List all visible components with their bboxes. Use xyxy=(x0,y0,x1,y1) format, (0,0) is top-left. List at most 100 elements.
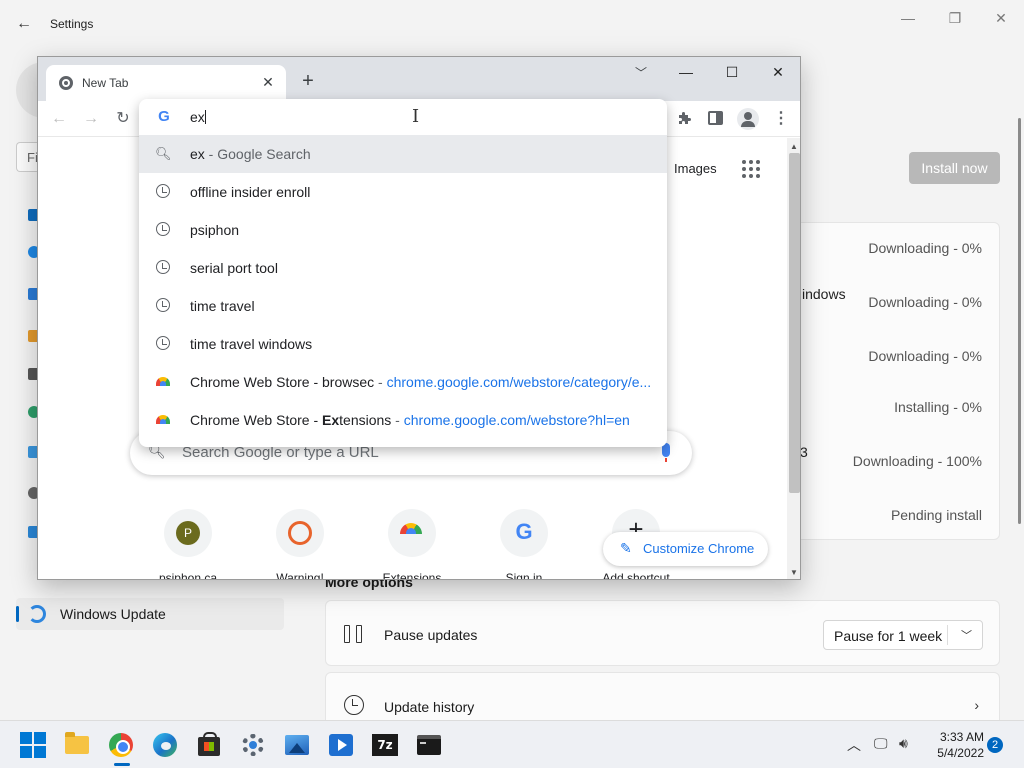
file-explorer-icon[interactable] xyxy=(63,731,91,759)
system-clock[interactable]: 3:33 AM 5/4/2022 xyxy=(930,729,984,761)
extensions-icon[interactable] xyxy=(677,110,693,126)
7zip-logo-icon: 7z xyxy=(372,734,398,756)
suggestion-item[interactable]: time travel windows xyxy=(139,325,667,363)
suggestion-item[interactable]: psiphon xyxy=(139,211,667,249)
tab-new-tab[interactable]: New Tab ✕ xyxy=(46,65,286,101)
chrome-logo-icon xyxy=(109,733,133,757)
side-panel-icon[interactable] xyxy=(708,111,723,125)
minimize-icon[interactable]: — xyxy=(674,62,698,82)
suggestion-item[interactable]: offline insider enroll xyxy=(139,173,667,211)
maximize-icon[interactable]: ☐ xyxy=(720,62,744,82)
pause-duration-select[interactable]: Pause for 1 week ﹀ xyxy=(823,620,983,650)
tab-search-chevron-icon[interactable]: ﹀ xyxy=(632,64,650,82)
restore-icon[interactable]: ❐ xyxy=(940,8,970,28)
update-name-fragment: 3 xyxy=(800,444,808,460)
google-apps-icon[interactable] xyxy=(742,160,760,178)
shortcut-tile xyxy=(276,509,324,557)
chrome-taskbar-icon[interactable] xyxy=(107,731,135,759)
settings-gear-icon[interactable] xyxy=(239,731,267,759)
microsoft-store-icon[interactable] xyxy=(195,731,223,759)
customize-chrome-button[interactable]: ✎ Customize Chrome xyxy=(603,532,768,566)
back-arrow-icon[interactable]: ← xyxy=(14,14,34,34)
shortcut-psiphon[interactable]: P psiphon.ca xyxy=(132,509,244,579)
suggestion-item[interactable]: Chrome Web Store - browsec - chrome.goog… xyxy=(139,363,667,401)
scroll-up-icon[interactable]: ▲ xyxy=(790,142,798,151)
tab-close-icon[interactable]: ✕ xyxy=(260,74,276,90)
close-icon[interactable]: ✕ xyxy=(766,62,790,82)
clock-time: 3:33 AM xyxy=(939,730,984,744)
windows-update-icon xyxy=(28,605,46,623)
suggestion-text: Chrome Web Store - browsec - chrome.goog… xyxy=(190,374,651,390)
terminal-icon[interactable] xyxy=(415,731,443,759)
history-icon xyxy=(156,222,170,236)
network-status-icon[interactable]: 🖵︎ xyxy=(874,735,888,752)
shortcut-label: Sign in xyxy=(505,571,543,580)
suggestion-item[interactable]: serial port tool xyxy=(139,249,667,287)
shortcut-sign-in[interactable]: G Sign in xyxy=(468,509,580,580)
omnibox-dropdown: G ex I 🔍︎ ex - Google Search offline ins… xyxy=(139,99,667,447)
images-link[interactable]: Images xyxy=(674,161,717,176)
history-icon xyxy=(156,298,170,312)
pause-duration-value: Pause for 1 week xyxy=(834,628,943,644)
scrollbar-thumb[interactable] xyxy=(789,153,800,493)
settings-scrollbar[interactable] xyxy=(1018,118,1021,524)
suggestion-text: ex - Google Search xyxy=(190,146,311,162)
history-icon xyxy=(344,695,364,715)
google-icon: G xyxy=(515,519,533,544)
sidebar-item-windows-update[interactable]: Windows Update xyxy=(16,598,284,630)
shortcut-tile: P xyxy=(164,509,212,557)
shortcut-warning[interactable]: Warning! xyxy=(244,509,356,579)
gear-icon xyxy=(242,734,264,756)
omnibox-text[interactable]: ex xyxy=(190,109,206,125)
scroll-down-icon[interactable]: ▼ xyxy=(790,568,798,577)
omnibox-value: ex xyxy=(190,109,205,125)
shortcut-label: Add shortcut xyxy=(602,571,670,580)
pause-icon xyxy=(344,625,364,643)
folder-icon xyxy=(65,732,89,754)
edge-logo-icon xyxy=(153,733,177,757)
forward-icon[interactable]: → xyxy=(80,108,102,130)
reload-icon[interactable]: ↻ xyxy=(112,108,134,130)
page-scrollbar[interactable]: ▲ ▼ xyxy=(787,138,800,579)
back-icon[interactable]: ← xyxy=(48,108,70,130)
suggestion-title-prefix: Chrome Web Store - xyxy=(190,412,323,428)
ibeam-cursor-icon: I xyxy=(412,106,420,127)
pause-updates-card: Pause updates Pause for 1 week ﹀ xyxy=(325,600,1000,666)
text-caret xyxy=(204,110,206,124)
volume-icon[interactable]: 🔊︎ xyxy=(899,735,908,752)
update-status: Installing - 0% xyxy=(894,399,982,415)
install-now-button[interactable]: Install now xyxy=(909,152,1000,184)
suggestion-suffix: - Google Search xyxy=(204,146,311,162)
photos-icon[interactable] xyxy=(283,731,311,759)
update-status: Downloading - 0% xyxy=(868,348,982,364)
notification-badge[interactable]: 2 xyxy=(987,737,1003,753)
start-button-icon[interactable] xyxy=(19,731,47,759)
close-icon[interactable]: ✕ xyxy=(986,8,1016,28)
update-status: Pending install xyxy=(890,507,982,523)
shortcut-tile: G xyxy=(500,509,548,557)
tab-strip: New Tab ✕ + ﹀ — ☐ ✕ xyxy=(38,57,800,101)
history-icon xyxy=(156,184,170,198)
media-player-icon[interactable] xyxy=(327,731,355,759)
suggestion-item[interactable]: 🔍︎ ex - Google Search xyxy=(139,135,667,173)
new-tab-button[interactable]: + xyxy=(298,71,318,91)
minimize-icon[interactable]: — xyxy=(893,8,923,28)
suggestion-url: chrome.google.com/webstore?hl=en xyxy=(403,412,630,428)
more-menu-icon[interactable]: ⋮ xyxy=(773,108,789,130)
7zip-icon[interactable]: 7z xyxy=(371,731,399,759)
suggestion-item[interactable]: Chrome Web Store - Extensions - chrome.g… xyxy=(139,401,667,439)
suggestion-url: chrome.google.com/webstore/category/e... xyxy=(386,374,652,390)
omnibox-input[interactable]: G ex I xyxy=(139,99,667,135)
suggestion-item[interactable]: time travel xyxy=(139,287,667,325)
edge-icon[interactable] xyxy=(151,731,179,759)
update-status: Downloading - 0% xyxy=(868,240,982,256)
show-hidden-icons-chevron-icon[interactable]: ︿ xyxy=(847,735,861,755)
settings-title: Settings xyxy=(50,17,94,31)
suggestion-separator: - xyxy=(374,374,387,390)
shortcut-extensions[interactable]: Extensions xyxy=(356,509,468,579)
chrome-web-store-icon xyxy=(156,415,170,424)
selection-indicator xyxy=(16,606,19,622)
settings-titlebar: ← Settings — ❐ ✕ xyxy=(0,0,1024,48)
chrome-window: New Tab ✕ + ﹀ — ☐ ✕ ← → ↻ ⋮ Images 🔍︎ Se… xyxy=(37,56,801,580)
profile-avatar-icon[interactable] xyxy=(737,108,759,130)
